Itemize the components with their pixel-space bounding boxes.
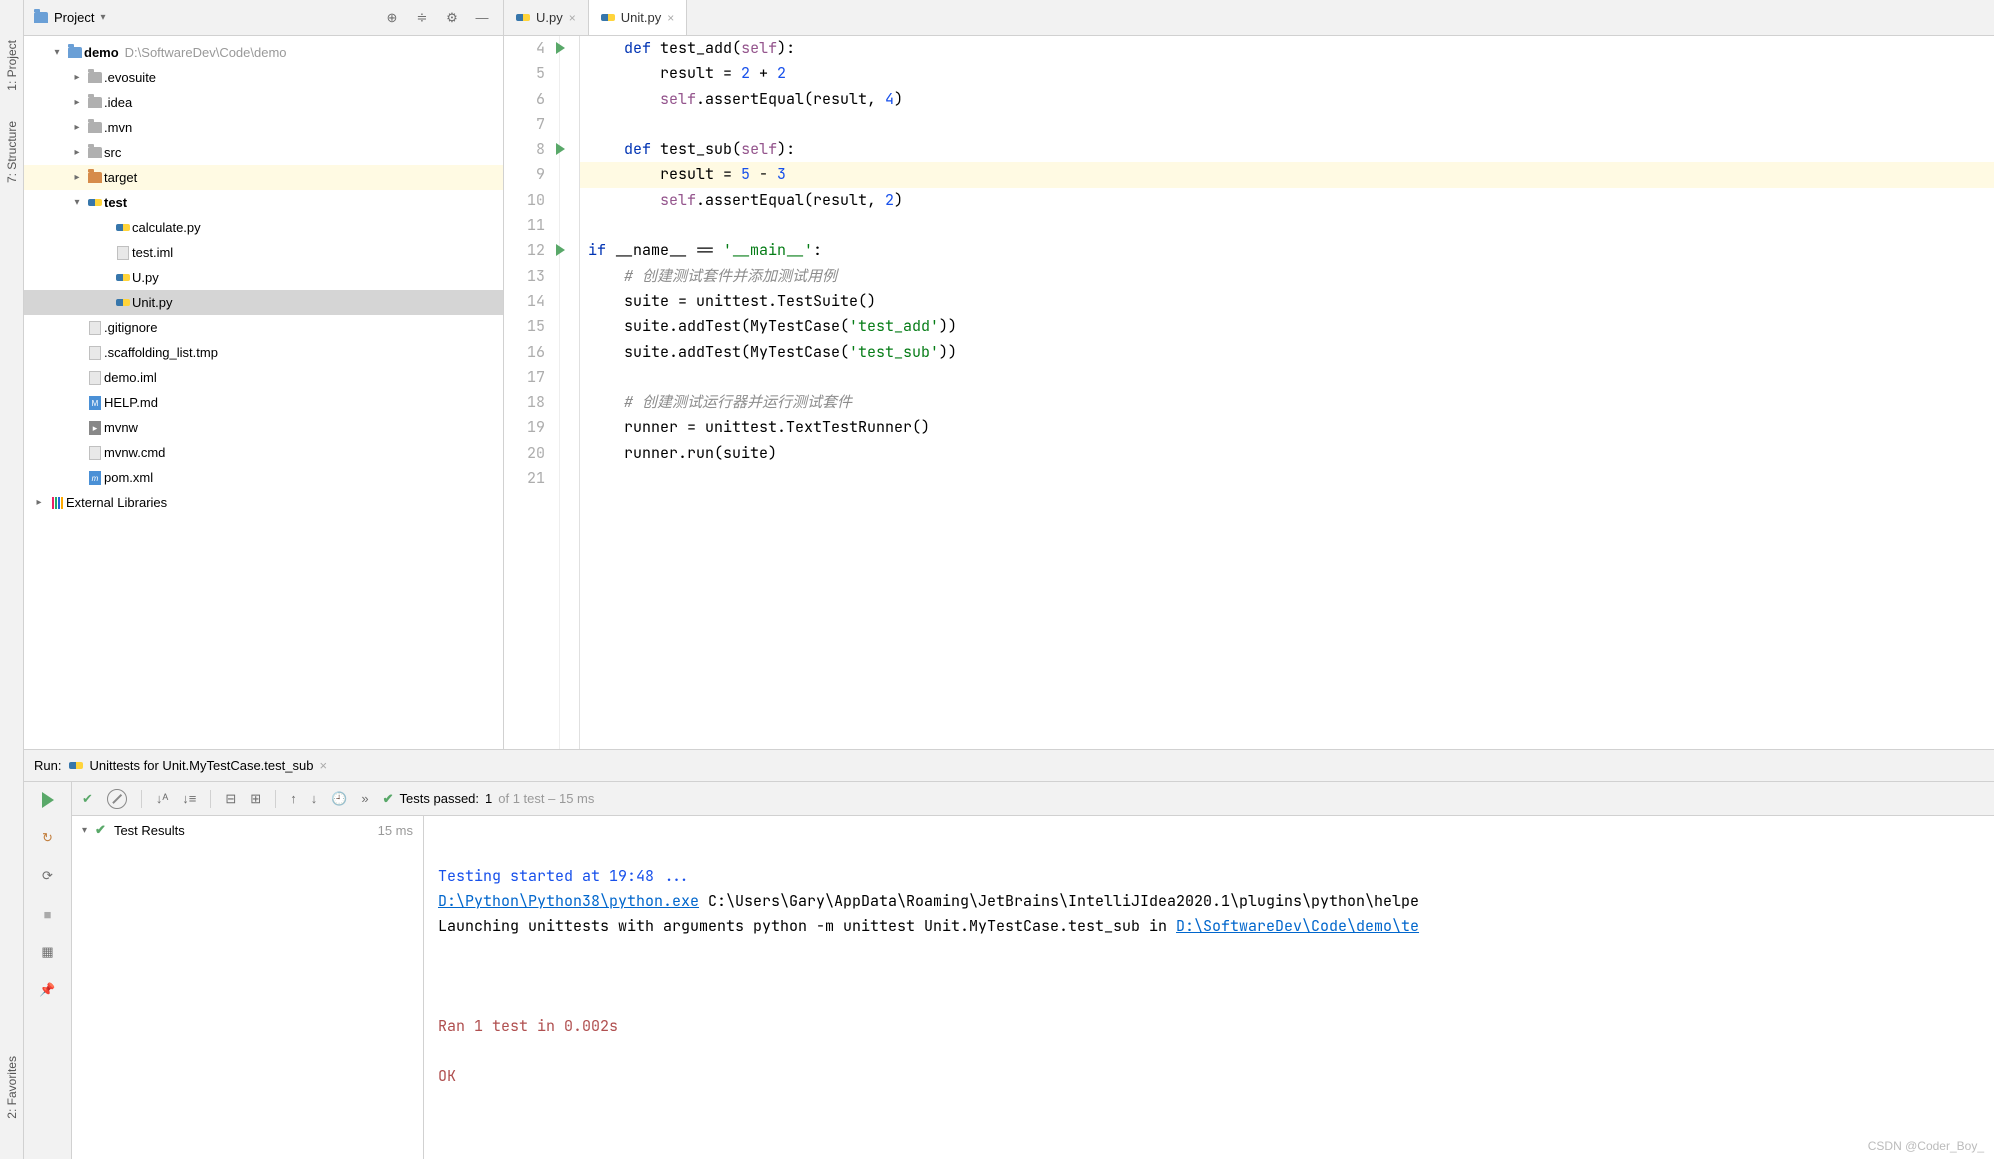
console-line: Launching unittests with arguments pytho… <box>438 914 1980 939</box>
tree-item[interactable]: mvnw.cmd <box>24 440 503 465</box>
stop-icon[interactable]: ■ <box>36 902 60 926</box>
tree-item[interactable]: ▸.mvn <box>24 115 503 140</box>
code-line[interactable]: self.assertEqual(result, 4) <box>580 87 1994 112</box>
external-libraries[interactable]: ▸External Libraries <box>24 490 503 515</box>
rail-project[interactable]: 1: Project <box>5 40 19 91</box>
tree-root[interactable]: ▾demoD:\SoftwareDev\Code\demo <box>24 40 503 65</box>
console-line <box>438 964 1980 989</box>
tree-item[interactable]: ▾test <box>24 190 503 215</box>
prev-test-icon[interactable]: ↑ <box>290 791 297 806</box>
hide-icon[interactable]: — <box>471 7 493 29</box>
code-line[interactable]: # 创建测试套件并添加测试用例 <box>580 264 1994 289</box>
code-line[interactable] <box>580 365 1994 390</box>
console-output[interactable]: Testing started at 19:48 ...D:\Python\Py… <box>424 816 1994 1159</box>
code-line[interactable] <box>580 112 1994 137</box>
sort-duration-icon[interactable]: ↓≡ <box>182 791 196 806</box>
console-line: OK <box>438 1064 1980 1089</box>
run-panel: Run: Unittests for Unit.MyTestCase.test_… <box>24 749 1994 1159</box>
tree-item[interactable]: test.iml <box>24 240 503 265</box>
code-line[interactable]: result = 2 + 2 <box>580 61 1994 86</box>
pin-icon[interactable]: 📌 <box>36 978 60 1002</box>
project-title[interactable]: Project <box>54 10 94 25</box>
console-line: D:\Python\Python38\python.exe C:\Users\G… <box>438 889 1980 914</box>
watermark: CSDN @Coder_Boy_ <box>1868 1139 1984 1153</box>
run-config-name[interactable]: Unittests for Unit.MyTestCase.test_sub <box>89 758 313 773</box>
code-line[interactable]: self.assertEqual(result, 2) <box>580 188 1994 213</box>
code-line[interactable]: suite = unittest.TestSuite() <box>580 289 1994 314</box>
rail-favorites[interactable]: 2: Favorites <box>5 1056 19 1119</box>
code-line[interactable]: suite.addTest(MyTestCase('test_add')) <box>580 314 1994 339</box>
tree-item[interactable]: U.py <box>24 265 503 290</box>
code-line[interactable] <box>580 213 1994 238</box>
run-play-button[interactable] <box>36 788 60 812</box>
console-line: Ran 1 test in 0.002s <box>438 1014 1980 1039</box>
test-results-label: Test Results <box>114 823 185 838</box>
code-line[interactable]: runner.run(suite) <box>580 441 1994 466</box>
project-panel: Project ▾ ⊕ ≑ ⚙ — ▾demoD:\SoftwareDev\Co… <box>24 0 504 749</box>
rerun-failed-icon[interactable]: ↻ <box>36 826 60 850</box>
code-line[interactable]: result = 5 - 3 <box>580 162 1994 187</box>
tree-item[interactable]: .gitignore <box>24 315 503 340</box>
collapse-all-icon[interactable]: ≑ <box>411 7 433 29</box>
expand-all-icon[interactable]: ⊟ <box>225 791 236 807</box>
tree-item[interactable]: .scaffolding_list.tmp <box>24 340 503 365</box>
tree-item[interactable]: ▸.evosuite <box>24 65 503 90</box>
show-ignored-icon[interactable] <box>107 789 127 809</box>
code-line[interactable]: suite.addTest(MyTestCase('test_sub')) <box>580 340 1994 365</box>
tree-item[interactable]: ▸.idea <box>24 90 503 115</box>
tree-item[interactable]: Unit.py <box>24 290 503 315</box>
next-test-icon[interactable]: ↓ <box>311 791 318 806</box>
locate-icon[interactable]: ⊕ <box>381 7 403 29</box>
code-line[interactable]: def test_add(self): <box>580 36 1994 61</box>
editor-tab[interactable]: U.py× <box>504 0 589 35</box>
editor-area: U.py×Unit.py× 45678910111213141516171819… <box>504 0 1994 749</box>
tree-item[interactable]: ▸target <box>24 165 503 190</box>
python-icon <box>516 11 530 25</box>
close-icon[interactable]: × <box>667 11 674 25</box>
tests-pass-status: ✔ Tests passed: 1 of 1 test – 15 ms <box>383 791 595 807</box>
code-line[interactable]: # 创建测试运行器并运行测试套件 <box>580 390 1994 415</box>
code-line[interactable]: runner = unittest.TextTestRunner() <box>580 415 1994 440</box>
tree-item[interactable]: demo.iml <box>24 365 503 390</box>
tree-item[interactable]: mpom.xml <box>24 465 503 490</box>
project-tree[interactable]: ▾demoD:\SoftwareDev\Code\demo▸.evosuite▸… <box>24 36 503 749</box>
code-line[interactable]: def test_sub(self): <box>580 137 1994 162</box>
history-icon[interactable]: 🕘 <box>331 791 347 807</box>
code-line[interactable] <box>580 466 1994 491</box>
more-icon[interactable]: » <box>361 791 368 806</box>
editor-gutter[interactable]: 456789101112131415161718192021 <box>504 36 560 749</box>
tree-item[interactable]: ▸src <box>24 140 503 165</box>
toggle-auto-icon[interactable]: ⟳ <box>36 864 60 888</box>
project-panel-header: Project ▾ ⊕ ≑ ⚙ — <box>24 0 503 36</box>
rail-structure[interactable]: 7: Structure <box>5 121 19 183</box>
console-line <box>438 989 1980 1014</box>
project-icon <box>34 12 48 23</box>
layout-icon[interactable]: ▦ <box>36 940 60 964</box>
tree-item[interactable]: ▸mvnw <box>24 415 503 440</box>
test-toolbar: ✔ ↓ᴬ ↓≡ ⊟ ⊞ ↑ ↓ 🕘 » ✔ <box>72 782 1994 816</box>
python-icon <box>601 11 615 25</box>
run-label: Run: <box>34 758 61 773</box>
code-area[interactable]: def test_add(self): result = 2 + 2 self.… <box>580 36 1994 749</box>
sort-alpha-icon[interactable]: ↓ᴬ <box>156 791 168 806</box>
collapse-all-icon[interactable]: ⊞ <box>250 791 261 807</box>
tree-item[interactable]: MHELP.md <box>24 390 503 415</box>
gear-icon[interactable]: ⚙ <box>441 7 463 29</box>
chevron-down-icon[interactable]: ▾ <box>100 12 105 23</box>
python-icon <box>69 759 83 773</box>
close-icon[interactable]: × <box>319 758 327 773</box>
run-side-toolbar: ↻ ⟳ ■ ▦ 📌 <box>24 782 72 1159</box>
console-line <box>438 1039 1980 1064</box>
left-tool-rail: 1: Project 7: Structure 2: Favorites <box>0 0 24 1159</box>
show-passed-icon[interactable]: ✔ <box>82 791 93 807</box>
code-line[interactable]: if __name__ == '__main__': <box>580 238 1994 263</box>
editor-tabs: U.py×Unit.py× <box>504 0 1994 36</box>
close-icon[interactable]: × <box>569 11 576 25</box>
console-line <box>438 939 1980 964</box>
test-results-time: 15 ms <box>378 823 413 838</box>
console-line: Testing started at 19:48 ... <box>438 864 1980 889</box>
test-results-tree[interactable]: ▾ ✔ Test Results 15 ms <box>72 816 424 1159</box>
tree-item[interactable]: calculate.py <box>24 215 503 240</box>
editor-tab[interactable]: Unit.py× <box>589 0 687 35</box>
